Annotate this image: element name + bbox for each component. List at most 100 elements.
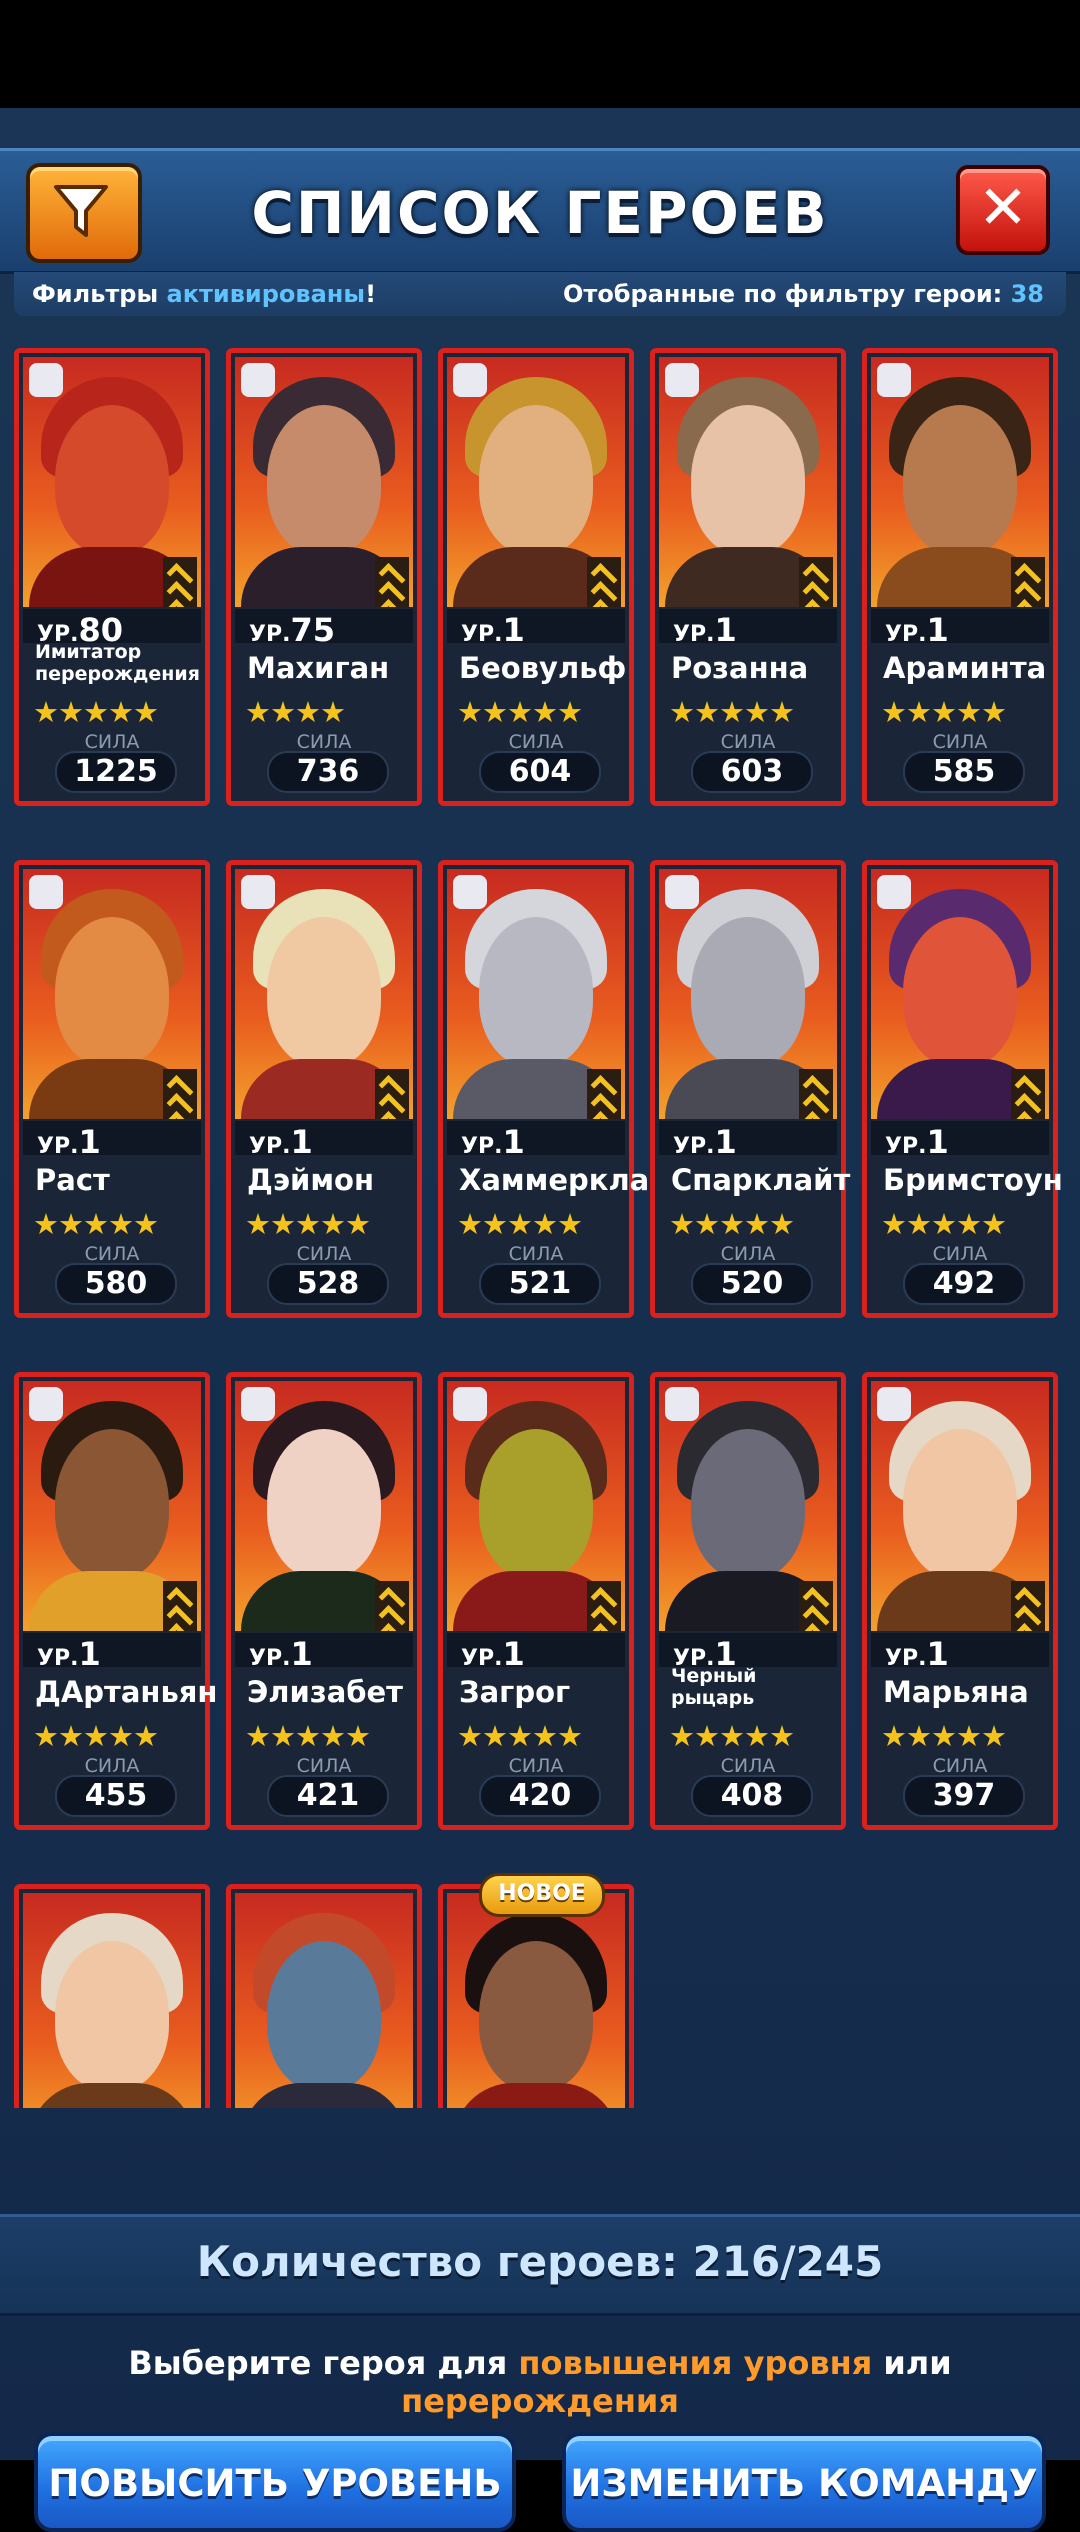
hero-card[interactable]: УР.1 Дэймон ★★★★★ СИЛА 528 [226,860,422,1318]
hero-card[interactable] [14,1884,210,2108]
power-value: 455 [55,1775,177,1817]
hero-name: Раст [35,1163,110,1197]
page-title: СПИСОК ГЕРОЕВ [251,179,829,247]
hero-card[interactable]: УР.1 Марьяна ★★★★★ СИЛА 397 [862,1372,1058,1830]
hero-portrait [235,1381,413,1631]
level-bar: УР.1 [871,1121,1049,1161]
rank-chevrons-icon [163,557,197,607]
hero-card[interactable]: УР.75 Махиган ★★★★ СИЛА 736 [226,348,422,806]
hero-portrait [659,1381,837,1631]
hint-level-up: повышения уровня [518,2344,873,2382]
rank-chevrons-icon [1011,1581,1045,1631]
power-value: 521 [479,1263,601,1305]
hero-card[interactable]: УР.1 Элизабет ★★★★★ СИЛА 421 [226,1372,422,1830]
star-rating: ★★★★★ [33,1719,159,1753]
hero-class-icon [453,875,487,909]
filter-status-accent: активированы [166,280,366,308]
level-value: 1 [78,1123,101,1161]
hero-name: Дэймон [247,1163,375,1197]
power-label: СИЛА [932,1755,988,1777]
hero-level: УР.1 [885,611,949,649]
power-label: СИЛА [932,1243,988,1265]
hero-card[interactable]: УР.1 Черный рыцарь ★★★★★ СИЛА 408 [650,1372,846,1830]
level-prefix: УР. [37,1646,79,1671]
star-rating: ★★★★★ [881,1719,1007,1753]
power-label: СИЛА [508,1755,564,1777]
hero-card[interactable] [226,1884,422,2108]
level-bar: УР.1 [659,609,837,649]
level-value: 1 [926,1123,949,1161]
hero-class-icon [241,1387,275,1421]
hero-card[interactable]: УР.80 Имитатор перерождения ★★★★★ СИЛА 1225 [14,348,210,806]
hero-name: Черный рыцарь [671,1665,757,1709]
hero-card[interactable]: УР.1 Спарклайт ★★★★★ СИЛА 520 [650,860,850,1318]
hero-level: УР.1 [461,1635,525,1673]
power-label: СИЛА [720,1755,776,1777]
hero-class-icon [665,1387,699,1421]
level-bar: УР.1 [23,1121,201,1161]
level-bar: УР.1 [871,1633,1049,1673]
power-value: 420 [479,1775,601,1817]
level-up-button[interactable]: ПОВЫСИТЬ УРОВЕНЬ [34,2432,516,2532]
rank-chevrons-icon [163,1069,197,1119]
hero-card[interactable]: УР.1 Беовульф ★★★★★ СИЛА 604 [438,348,634,806]
power-label: СИЛА [508,731,564,753]
level-value: 1 [502,611,525,649]
rank-chevrons-icon [587,1581,621,1631]
hero-level: УР.1 [885,1123,949,1161]
hero-card[interactable]: УР.1 Розанна ★★★★★ СИЛА 603 [650,348,846,806]
hero-name: Махиган [247,651,390,685]
filtered-count-value: 38 [1010,280,1044,308]
status-bar [0,0,1080,108]
level-bar: УР.1 [447,609,625,649]
hero-card[interactable]: УР.1 Раст ★★★★★ СИЛА 580 [14,860,210,1318]
hero-portrait [23,1893,201,2108]
hero-class-icon [453,1387,487,1421]
hero-class-icon [665,875,699,909]
hero-list-screen: СПИСОК ГЕРОЕВ ✕ Фильтры активированы! От… [0,108,1080,2532]
power-value: 421 [267,1775,389,1817]
star-rating: ★★★★ [245,695,346,729]
change-team-button[interactable]: ИЗМЕНИТЬ КОМАНДУ [562,2432,1046,2532]
close-x-icon: ✕ [977,173,1029,243]
rank-chevrons-icon [799,1581,833,1631]
hero-class-icon [29,875,63,909]
power-value: 604 [479,751,601,793]
star-rating: ★★★★★ [669,1207,795,1241]
hero-class-icon [877,875,911,909]
hint-prefix: Выберите героя для [128,2344,519,2382]
hero-card[interactable]: НОВОЕ [438,1873,634,2108]
power-value: 408 [691,1775,813,1817]
hero-class-icon [453,363,487,397]
star-rating: ★★★★★ [33,695,159,729]
level-bar: УР.75 [235,609,413,649]
level-bar: УР.1 [659,1633,837,1673]
power-value: 492 [903,1263,1025,1305]
hero-card[interactable]: УР.1 Хаммерклант ★★★★★ СИЛА 521 [438,860,687,1318]
hero-level: УР.1 [249,1635,313,1673]
hero-portrait [447,1893,625,2108]
star-rating: ★★★★★ [669,695,795,729]
hero-class-icon [665,363,699,397]
rank-chevrons-icon [375,1581,409,1631]
hero-class-icon [29,363,63,397]
close-button[interactable]: ✕ [956,165,1050,255]
hero-portrait [447,1381,625,1631]
level-bar: УР.1 [447,1633,625,1673]
hero-card[interactable]: УР.1 Бримстоун ★★★★★ СИЛА 492 [862,860,1063,1318]
power-label: СИЛА [84,1243,140,1265]
hero-card[interactable]: УР.1 Загрог ★★★★★ СИЛА 420 [438,1372,634,1830]
level-value: 1 [714,1123,737,1161]
hero-name: Розанна [671,651,809,685]
level-prefix: УР. [249,622,291,647]
hero-portrait [235,869,413,1119]
hero-name: Хаммерклант [459,1163,687,1197]
power-label: СИЛА [84,731,140,753]
hero-card[interactable]: УР.1 Араминта ★★★★★ СИЛА 585 [862,348,1058,806]
hero-card[interactable]: УР.1 ДАртаньян ★★★★★ СИЛА 455 [14,1372,217,1830]
hero-class-icon [29,1387,63,1421]
hero-name: Элизабет [247,1675,403,1709]
star-rating: ★★★★★ [457,1719,583,1753]
hero-portrait [23,1381,201,1631]
hero-level: УР.1 [673,611,737,649]
